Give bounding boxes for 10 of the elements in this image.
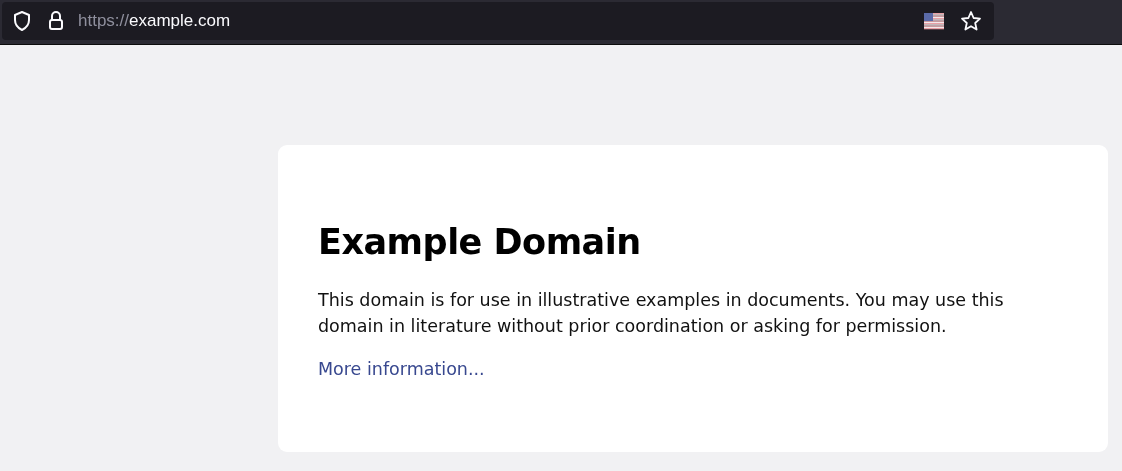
lock-icon[interactable] xyxy=(48,10,64,32)
shield-icon[interactable] xyxy=(12,10,32,32)
url-host: example.com xyxy=(129,11,231,31)
more-information-link[interactable]: More information... xyxy=(318,359,485,379)
star-icon[interactable] xyxy=(960,10,982,32)
flag-icon[interactable] xyxy=(924,12,944,30)
description-paragraph: This domain is for use in illustrative examples in documents. You may use this domain in literature without prior coordination or asking for permission. xyxy=(318,289,1005,338)
page-title: Example Domain xyxy=(318,221,642,264)
address-bar[interactable]: https://example.com xyxy=(2,2,994,40)
url-scheme: https:// xyxy=(78,11,130,31)
